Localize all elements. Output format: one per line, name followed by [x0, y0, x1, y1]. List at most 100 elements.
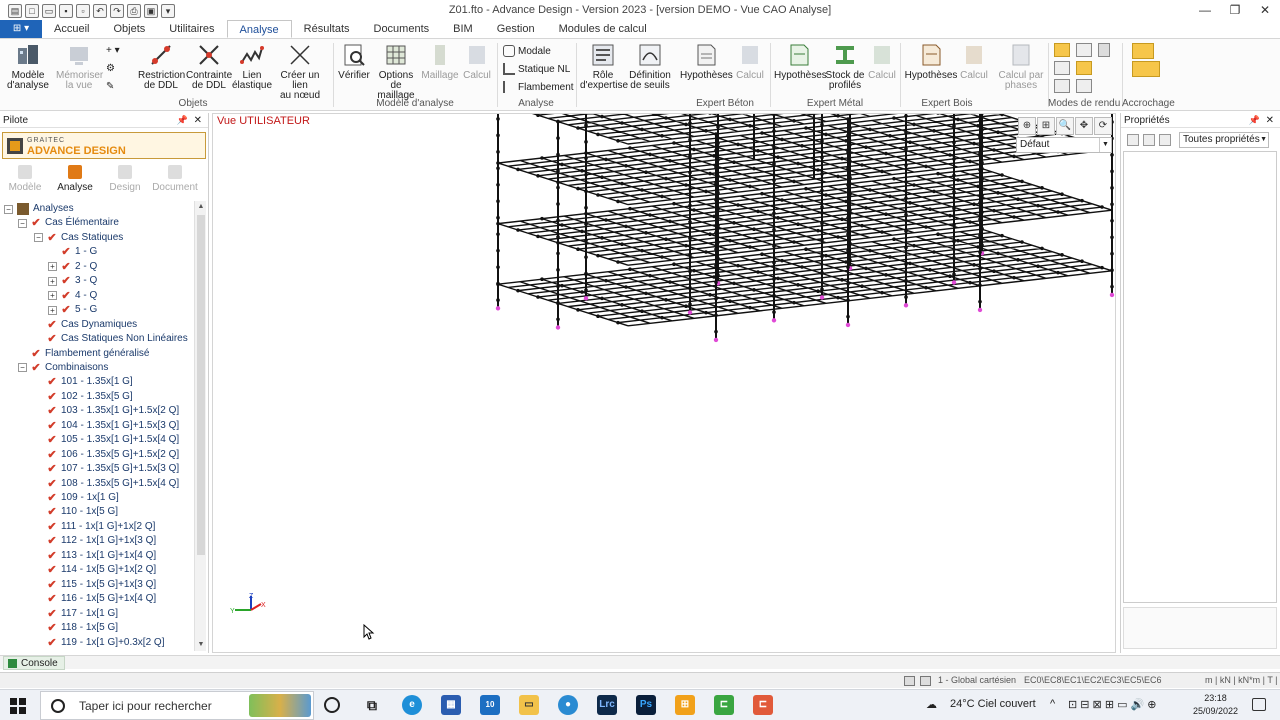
scroll-down-icon[interactable]: ▼ — [195, 639, 207, 651]
tree-node[interactable]: ✔ 106 - 1.35x[5 G]+1.5x[2 Q] — [34, 448, 179, 462]
tree-node[interactable]: ✔ 119 - 1x[1 G]+0.3x[2 Q] — [34, 636, 164, 650]
mail-icon[interactable]: 10 — [480, 695, 500, 715]
mode-design[interactable]: Design — [100, 163, 150, 197]
minimize-button[interactable]: — — [1190, 0, 1220, 20]
calcul-analyse-button[interactable]: Calcul — [460, 42, 494, 81]
system-clock[interactable]: 23:18 25/09/2022 — [1193, 692, 1238, 718]
calcul-bois-button[interactable]: Calcul — [958, 42, 990, 81]
file-explorer-icon[interactable]: ▭ — [519, 695, 539, 715]
notification-center-icon[interactable] — [1252, 698, 1266, 711]
cortana-icon[interactable] — [324, 697, 340, 713]
collapse-icon[interactable]: − — [34, 233, 43, 243]
checkmark-icon[interactable]: ✔ — [47, 563, 57, 577]
tab-gestion[interactable]: Gestion — [485, 20, 547, 38]
scroll-up-icon[interactable]: ▲ — [195, 201, 207, 213]
checkmark-icon[interactable]: ✔ — [31, 216, 41, 230]
orbit-icon[interactable]: ⟳ — [1094, 117, 1112, 135]
store-icon[interactable]: ▦ — [441, 695, 461, 715]
creer-lien-button[interactable]: Créer un lien au nœud — [272, 42, 328, 101]
gear-link-icon[interactable]: ⚙ — [106, 63, 115, 74]
hypotheses-beton-button[interactable]: Hypothèses — [680, 42, 733, 81]
structure-3d-model[interactable] — [213, 114, 1116, 653]
coord-sys-icon[interactable] — [920, 676, 931, 686]
tree-node[interactable]: + ✔ 3 - Q — [48, 274, 97, 288]
zoom-icon[interactable]: 🔍 — [1056, 117, 1074, 135]
checkmark-icon[interactable]: ✔ — [47, 621, 57, 635]
tree-node[interactable]: ✔ 111 - 1x[1 G]+1x[2 Q] — [34, 520, 155, 534]
open-file-icon[interactable]: ▭ — [42, 3, 56, 18]
taskbar-search[interactable]: Taper ici pour rechercher — [40, 691, 314, 720]
weather-text[interactable]: 24°C Ciel couvert — [950, 698, 1036, 710]
collapse-icon[interactable]: − — [18, 363, 27, 373]
tree-node[interactable]: ✔ 109 - 1x[1 G] — [34, 491, 118, 505]
checkmark-icon[interactable]: ✔ — [47, 491, 57, 505]
console-tab[interactable]: Console — [3, 656, 65, 670]
analyses-folder-icon[interactable] — [17, 203, 29, 215]
hypotheses-metal-button[interactable]: Hypothèses — [774, 42, 827, 81]
verifier-button[interactable]: Vérifier — [337, 42, 371, 81]
render-solid-icon[interactable] — [1076, 43, 1092, 57]
checkmark-icon[interactable]: ✔ — [61, 274, 71, 288]
checkmark-icon[interactable]: ✔ — [47, 404, 57, 418]
close-button[interactable]: ✕ — [1250, 0, 1280, 20]
definition-seuils-button[interactable]: Définition de seuils — [627, 42, 673, 91]
properties-copy-icon[interactable] — [1143, 134, 1155, 146]
scroll-thumb[interactable] — [197, 215, 205, 555]
snap-magnet-icon[interactable] — [1132, 43, 1154, 59]
tree-node[interactable]: ✔ 113 - 1x[1 G]+1x[4 Q] — [34, 549, 156, 563]
checkmark-icon[interactable]: ✔ — [61, 289, 71, 303]
tree-node[interactable]: ✔ 103 - 1.35x[1 G]+1.5x[2 Q] — [34, 404, 179, 418]
collapse-icon[interactable]: − — [18, 218, 27, 228]
expand-icon[interactable]: + — [48, 276, 57, 286]
undo-icon[interactable]: ↶ — [93, 3, 107, 18]
browser-icon[interactable]: ● — [558, 695, 578, 715]
lien-elastique-button[interactable]: Lien élastique — [232, 42, 272, 91]
edge-icon[interactable]: e — [402, 695, 422, 715]
tree-node[interactable]: ✔ Cas Statiques Non Linéaires — [34, 332, 187, 346]
checkmark-icon[interactable]: ✔ — [47, 505, 57, 519]
stock-profiles-button[interactable]: Stock de profilés — [824, 42, 866, 91]
tree-node[interactable]: − Analyses — [4, 202, 74, 216]
tree-node[interactable]: ✔ 108 - 1.35x[5 G]+1.5x[4 Q] — [34, 477, 179, 491]
checkmark-icon[interactable]: ✔ — [47, 607, 57, 621]
checkmark-icon[interactable]: ✔ — [47, 462, 57, 476]
hypotheses-bois-button[interactable]: Hypothèses — [904, 42, 958, 81]
tab-resultats[interactable]: Résultats — [292, 20, 362, 38]
tree-node[interactable]: ✔ Flambement généralisé — [18, 347, 149, 361]
units-display[interactable]: m | kN | kN*m | T | T: — [1205, 675, 1280, 685]
save-as-icon[interactable]: ▫ — [76, 3, 90, 18]
checkmark-icon[interactable]: ✔ — [47, 332, 57, 346]
memoriser-vue-button[interactable]: Mémoriser la vue — [56, 42, 103, 91]
tree-node[interactable]: ✔ 102 - 1.35x[5 G] — [34, 390, 132, 404]
maillage-button[interactable]: Maillage — [421, 42, 459, 81]
tree-node[interactable]: ✔ 117 - 1x[1 G] — [34, 607, 118, 621]
lightroom-icon[interactable]: Lrc — [597, 695, 617, 715]
tree-node[interactable]: + ✔ 2 - Q — [48, 260, 97, 274]
checkmark-icon[interactable]: ✔ — [47, 534, 57, 548]
tree-node[interactable]: − ✔ Combinaisons — [18, 361, 108, 375]
tab-analyse[interactable]: Analyse — [226, 20, 292, 38]
zoom-extents-icon[interactable]: ⊞ — [1037, 117, 1055, 135]
properties-grid-icon[interactable] — [1127, 134, 1139, 146]
mode-analyse[interactable]: Analyse — [50, 163, 100, 197]
advance-concrete-icon[interactable]: ⊏ — [753, 695, 773, 715]
restore-button[interactable]: ❐ — [1220, 0, 1250, 20]
checkmark-icon[interactable]: ✔ — [31, 361, 41, 375]
coord-tool-icon[interactable] — [904, 676, 915, 686]
pin-icon[interactable]: 📌 — [1249, 113, 1260, 128]
tree-node[interactable]: ✔ 105 - 1.35x[1 G]+1.5x[4 Q] — [34, 433, 179, 447]
checkmark-icon[interactable]: ✔ — [47, 636, 57, 650]
contrainte-ddl-button[interactable]: Contrainte de DDL — [186, 42, 232, 91]
collapse-icon[interactable]: − — [4, 204, 13, 214]
checkmark-icon[interactable]: ✔ — [47, 520, 57, 534]
zoom-window-icon[interactable]: ⊕ — [1018, 117, 1036, 135]
properties-filter-select[interactable]: Toutes propriétés ▼ — [1179, 132, 1269, 148]
print-icon[interactable]: ⎙ — [127, 3, 141, 18]
statique-nl-button[interactable]: Statique NL — [503, 63, 570, 75]
checkmark-icon[interactable]: ✔ — [47, 390, 57, 404]
role-expertise-button[interactable]: Rôle d'expertise — [580, 42, 628, 91]
checkmark-icon[interactable]: ✔ — [47, 318, 57, 332]
advance-design-icon[interactable]: ⊞ — [675, 695, 695, 715]
checkmark-icon[interactable]: ✔ — [31, 347, 41, 361]
render-edges-icon[interactable] — [1054, 61, 1070, 75]
